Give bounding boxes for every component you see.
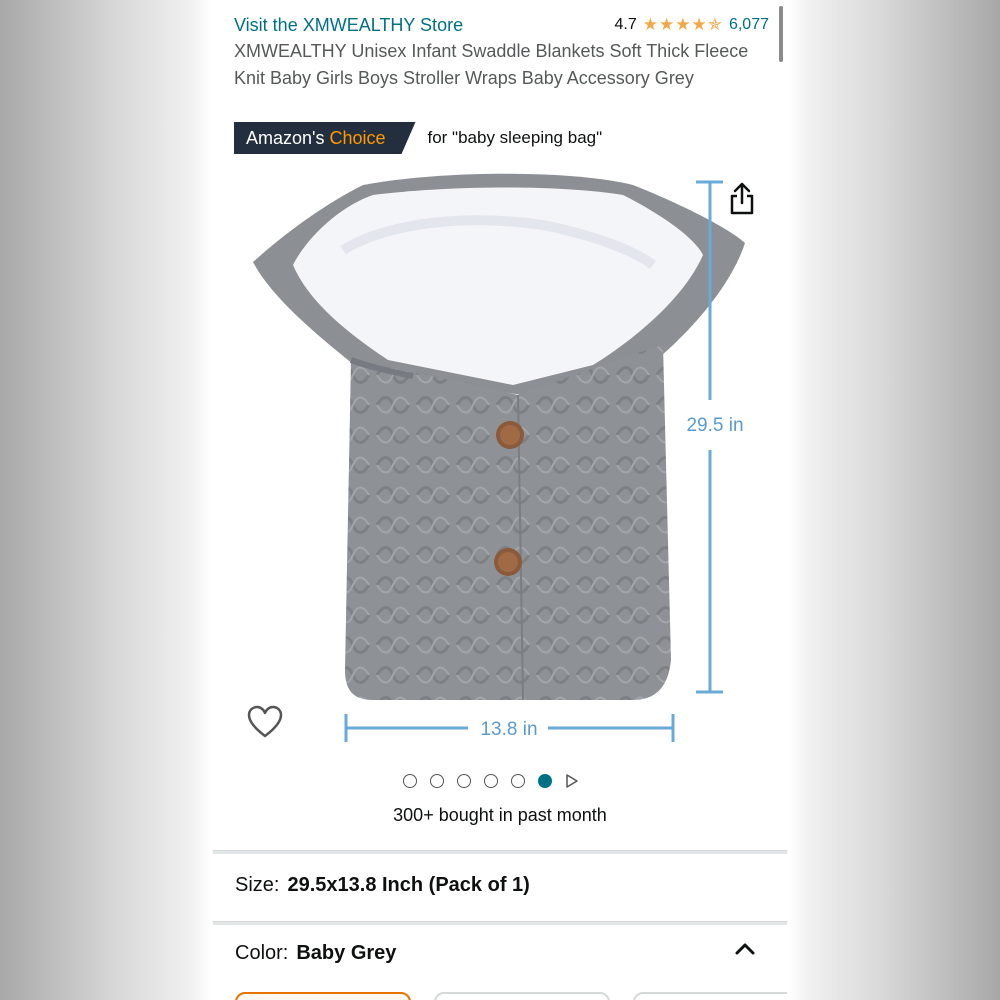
carousel-dot[interactable] [403, 774, 417, 788]
amazons-choice-row: Amazon's Choice for "baby sleeping bag" [234, 122, 602, 154]
share-icon[interactable] [727, 182, 757, 216]
heart-icon[interactable] [247, 705, 283, 739]
color-swatch[interactable] [235, 992, 411, 1000]
carousel-dot[interactable] [457, 774, 471, 788]
carousel-dot[interactable] [511, 774, 525, 788]
size-label: Size: [235, 874, 280, 896]
product-title: XMWEALTHY Unisex Infant Swaddle Blankets… [234, 41, 749, 88]
color-swatch[interactable] [434, 992, 610, 1000]
carousel-dot[interactable] [430, 774, 444, 788]
size-value: 29.5x13.8 Inch (Pack of 1) [287, 874, 530, 896]
carousel-dot[interactable] [538, 774, 552, 788]
badge-prefix: Amazon's [246, 127, 325, 148]
rating[interactable]: 4.7 ★★★★✯ 6,077 [614, 15, 769, 35]
chevron-up-icon[interactable] [734, 940, 756, 956]
badge-for-text: for "baby sleeping bag" [427, 128, 603, 147]
product-image[interactable]: 29.5 in 13.8 in [213, 165, 787, 765]
carousel-dot[interactable] [484, 774, 498, 788]
store-row: Visit the XMWEALTHY Store 4.7 ★★★★✯ 6,07… [234, 12, 769, 38]
rating-count[interactable]: 6,077 [729, 16, 769, 34]
color-swatch[interactable] [633, 992, 787, 1000]
color-label: Color: [235, 942, 289, 964]
size-row[interactable]: Size: 29.5x13.8 Inch (Pack of 1) [235, 874, 530, 897]
carousel-dots [403, 773, 579, 789]
amazons-choice-badge[interactable]: Amazon's Choice [234, 122, 416, 154]
scrollbar[interactable] [779, 6, 783, 62]
bought-in-past-month: 300+ bought in past month [393, 805, 607, 825]
color-value: Baby Grey [296, 942, 397, 964]
width-dimension-label: 13.8 in [480, 719, 537, 740]
color-row[interactable]: Color: Baby Grey [235, 942, 396, 965]
store-link[interactable]: Visit the XMWEALTHY Store [234, 15, 463, 36]
height-dimension-label: 29.5 in [686, 415, 743, 436]
play-icon[interactable] [565, 773, 579, 789]
product-page: Visit the XMWEALTHY Store 4.7 ★★★★✯ 6,07… [213, 0, 787, 1000]
rating-value: 4.7 [614, 16, 637, 33]
badge-choice: Choice [329, 127, 386, 148]
star-rating-icon: ★★★★✯ [642, 15, 723, 34]
divider [213, 850, 787, 854]
divider [213, 921, 787, 925]
